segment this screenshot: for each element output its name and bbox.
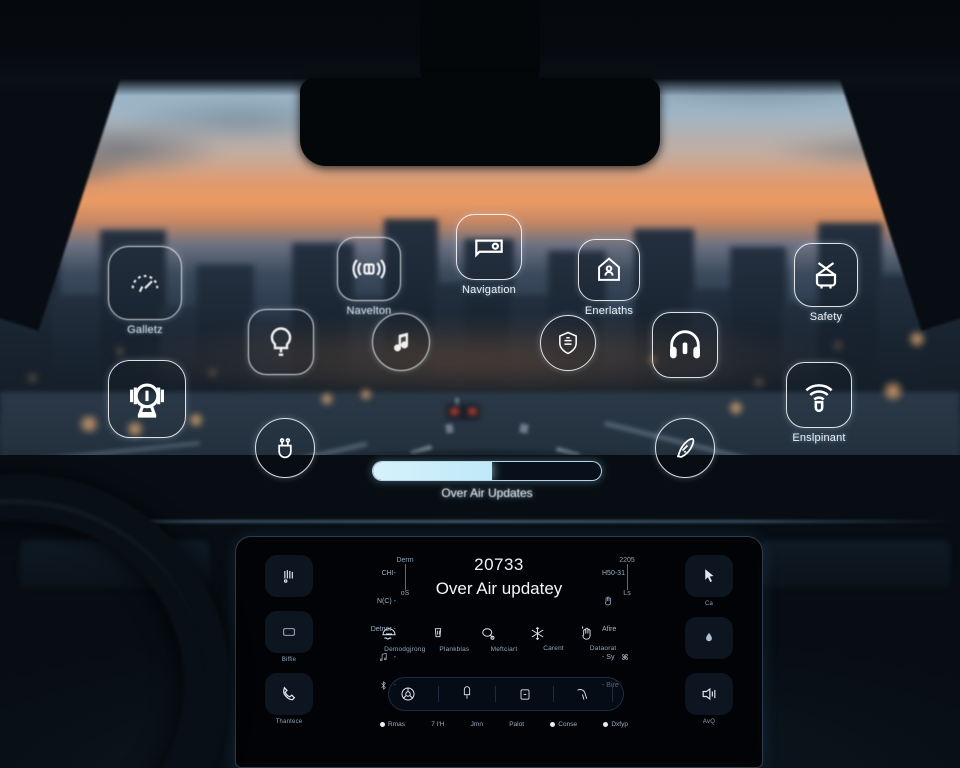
hud-node-speaker[interactable] — [108, 360, 186, 442]
plug-icon-frame — [255, 418, 315, 478]
headphones-icon — [670, 330, 700, 359]
hud-node-lightbulb[interactable] — [248, 309, 314, 379]
home-person-icon-frame — [578, 239, 640, 301]
music-note-icon-frame — [372, 313, 430, 371]
hud-node-shield[interactable] — [540, 315, 596, 375]
hud-label-safety: Safety — [809, 311, 843, 323]
hud-overlay: Galletz Navelton Navigation Enerlaths Sa… — [0, 0, 960, 768]
broadcast-icon — [352, 259, 386, 279]
hud-node-gauge[interactable]: Galletz — [108, 246, 182, 336]
airbag-icon — [815, 262, 837, 289]
hud-node-rocket[interactable] — [655, 418, 715, 482]
wifi-signal-icon-frame — [786, 362, 852, 428]
hud-node-music[interactable] — [372, 313, 430, 375]
hud-label-gauge: Galletz — [127, 324, 163, 336]
shield-badge-icon-frame — [540, 315, 596, 371]
speaker-icon-frame — [108, 360, 186, 438]
navigation-icon — [475, 239, 503, 258]
hud-node-broadcast[interactable]: Navelton — [337, 237, 401, 317]
navigation-icon-frame — [456, 214, 522, 280]
gauge-icon — [131, 274, 159, 293]
lightbulb-icon — [270, 327, 292, 356]
rocket-icon-frame — [655, 418, 715, 478]
headphones-icon-frame — [652, 312, 718, 378]
progress-label: Over Air Updates — [441, 486, 533, 500]
gauge-icon-frame — [108, 246, 182, 320]
speaker-icon — [130, 383, 164, 418]
rocket-icon — [677, 437, 695, 458]
progress-track[interactable] — [372, 461, 602, 481]
plug-icon — [278, 438, 292, 459]
hud-node-safety[interactable]: Safety — [794, 243, 858, 323]
wifi-signal-icon — [805, 384, 833, 413]
hud-label-connectivity: Enslpinant — [792, 432, 846, 444]
hud-node-plug[interactable] — [255, 418, 315, 482]
hud-node-entertainment[interactable]: Enerlaths — [578, 239, 640, 317]
home-person-icon — [598, 257, 620, 281]
airbag-icon-frame — [794, 243, 858, 307]
hud-node-headphones[interactable] — [652, 312, 718, 382]
broadcast-icon-frame — [337, 237, 401, 301]
hud-label-navigation: Navigation — [462, 284, 516, 296]
hud-node-connectivity[interactable]: Enslpinant — [786, 362, 852, 444]
hud-node-navigation[interactable]: Navigation — [456, 214, 522, 296]
car-hud-scene: Biffie Thantece Ca AvQ CHI- N(C) - Detne… — [0, 0, 960, 768]
lightbulb-icon-frame — [248, 309, 314, 375]
ota-progress[interactable]: Over Air Updates — [372, 461, 602, 500]
shield-badge-icon — [559, 331, 577, 355]
progress-fill — [373, 462, 492, 480]
music-note-icon — [394, 332, 409, 352]
